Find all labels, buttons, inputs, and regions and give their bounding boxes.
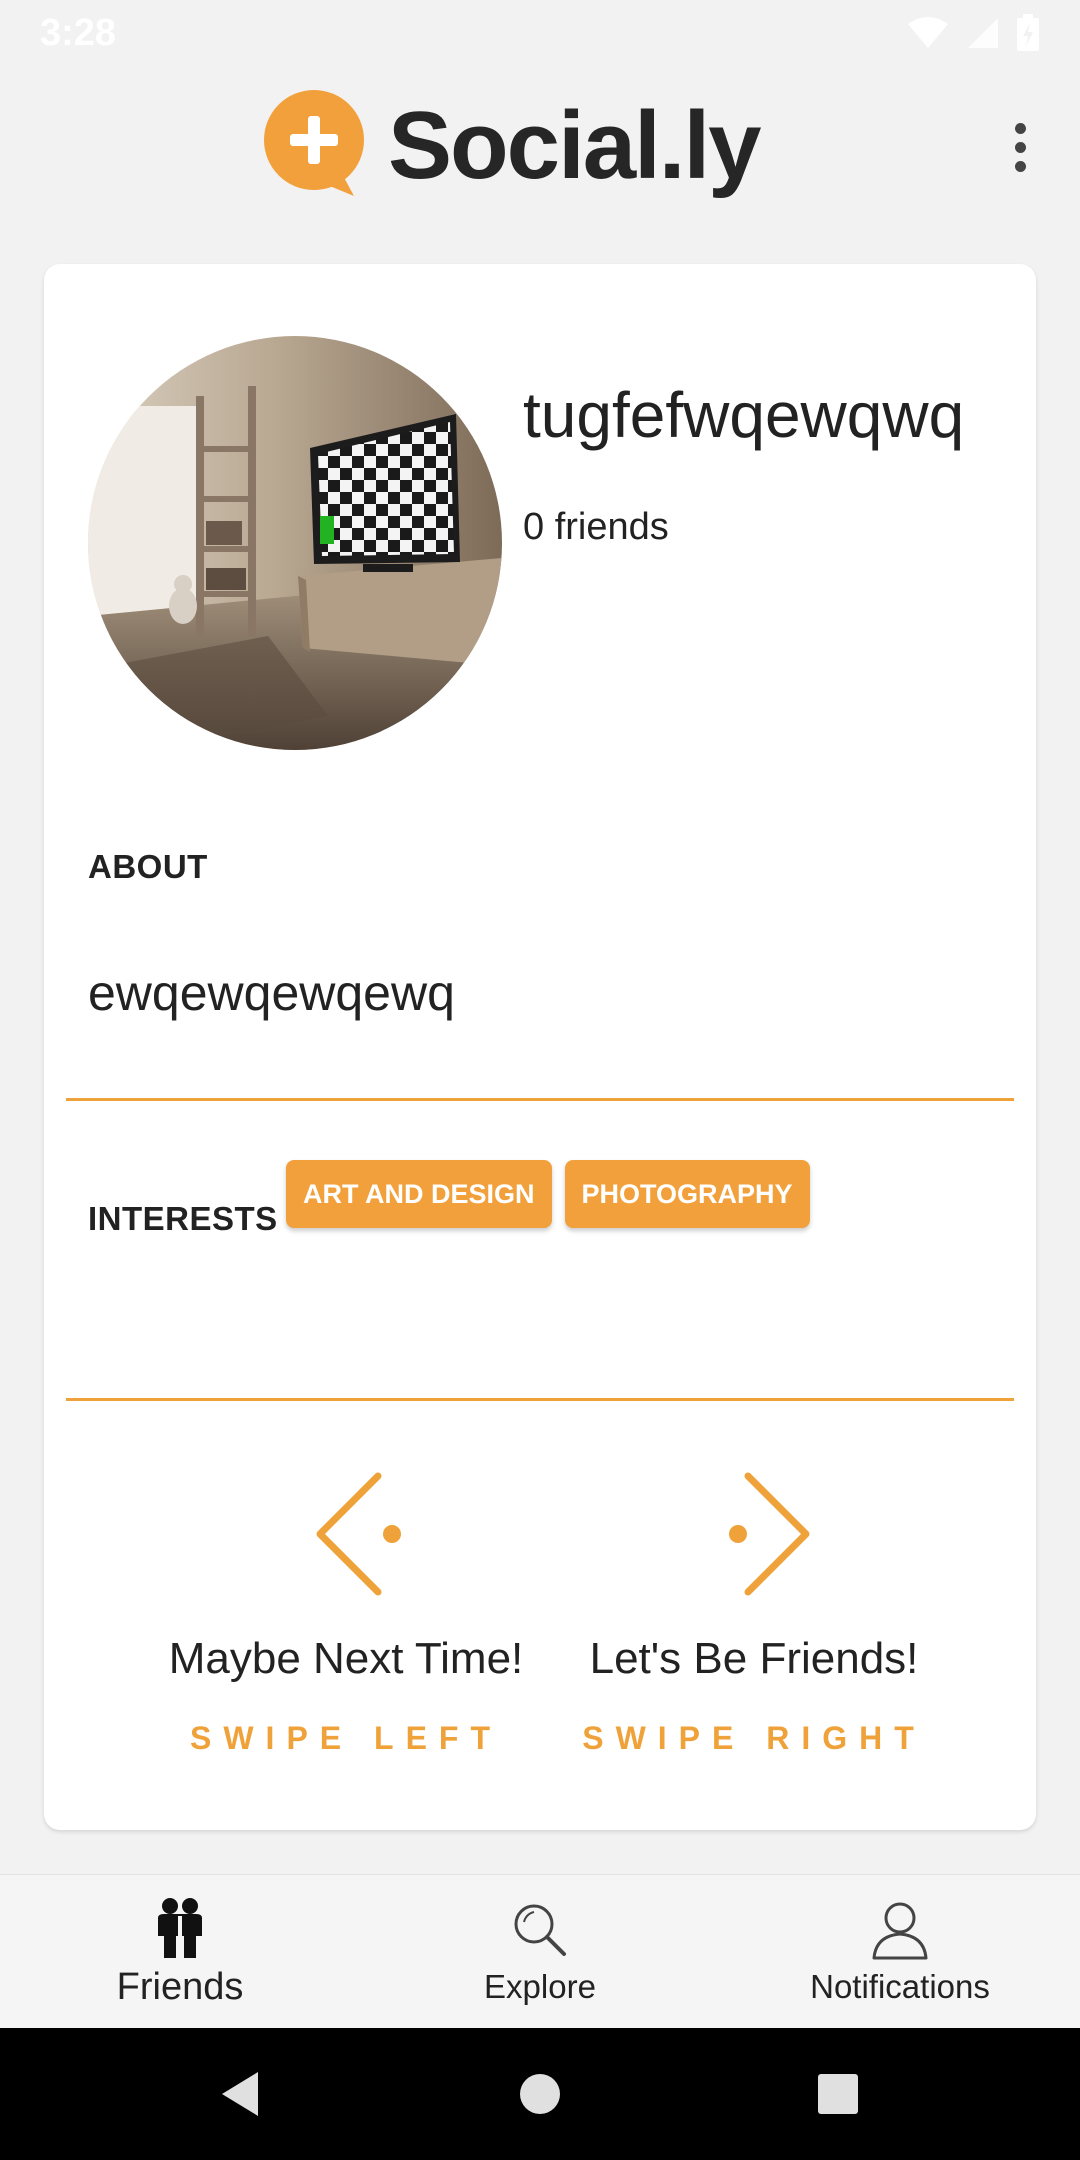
chevron-left-icon (316, 1472, 401, 1596)
overflow-menu-button[interactable] (990, 112, 1050, 182)
interest-chip-photography[interactable]: PHOTOGRAPHY (564, 1160, 810, 1228)
profile-photo (88, 336, 502, 750)
signal-icon (968, 18, 998, 48)
status-icons (906, 14, 1040, 52)
about-label: ABOUT (88, 848, 208, 885)
interests-label: INTERESTS (88, 1200, 278, 1237)
search-icon (514, 1904, 566, 1956)
app-logo: Social.ly (262, 90, 762, 202)
nav-label-friends: Friends (116, 1965, 244, 2008)
recents-icon[interactable] (810, 2066, 866, 2122)
nav-item-explore[interactable]: Explore (360, 1875, 720, 2029)
battery-icon (1017, 14, 1039, 51)
status-bar: 3:28 (0, 0, 1080, 66)
nav-label-notifications: Notifications (810, 1968, 990, 2005)
home-icon[interactable] (512, 2066, 568, 2122)
swipe-right-hint: SWIPE RIGHT (582, 1720, 926, 1756)
chevron-right-icon (729, 1472, 810, 1596)
logo-icon (264, 90, 364, 196)
friends-icon (158, 1897, 202, 1958)
swipe-left-hint: SWIPE LEFT (190, 1720, 502, 1756)
status-time: 3:28 (40, 11, 117, 54)
friends-count: 0 friends (523, 506, 669, 548)
interest-chip-art-and-design[interactable]: ART AND DESIGN (286, 1160, 552, 1228)
interest-chips: ART AND DESIGN PHOTOGRAPHY (286, 1160, 810, 1228)
divider (66, 1098, 1014, 1101)
swipe-right-title: Let's Be Friends! (589, 1634, 919, 1683)
profile-card[interactable]: tugfefwqewqwq 0 friends ABOUT ewqewqewqe… (44, 264, 1036, 1830)
about-text: ewqewqewqewq (88, 965, 455, 1021)
bottom-navigation: Friends Explore Notifications (0, 1874, 1080, 2028)
nav-item-friends[interactable]: Friends (0, 1875, 360, 2029)
wifi-icon (908, 17, 948, 48)
divider (66, 1398, 1014, 1401)
more-vert-icon (1014, 122, 1026, 134)
avatar (88, 336, 502, 750)
more-vert-dot (1014, 141, 1026, 153)
system-navigation-bar (0, 2028, 1080, 2160)
nav-item-notifications[interactable]: Notifications (720, 1875, 1080, 2029)
profile-username: tugfefwqewqwq (523, 379, 965, 451)
app-bar: Social.ly (0, 66, 1080, 226)
swipe-left-title: Maybe Next Time! (168, 1634, 524, 1683)
person-icon (872, 1902, 928, 1960)
swipe-right-action[interactable]: Let's Be Friends! SWIPE RIGHT (544, 1464, 964, 1757)
app-title: Social.ly (388, 92, 762, 199)
back-icon[interactable] (214, 2066, 270, 2122)
swipe-left-action[interactable]: Maybe Next Time! SWIPE LEFT (136, 1464, 556, 1757)
more-vert-dot (1014, 160, 1026, 172)
nav-label-explore: Explore (484, 1968, 596, 2005)
